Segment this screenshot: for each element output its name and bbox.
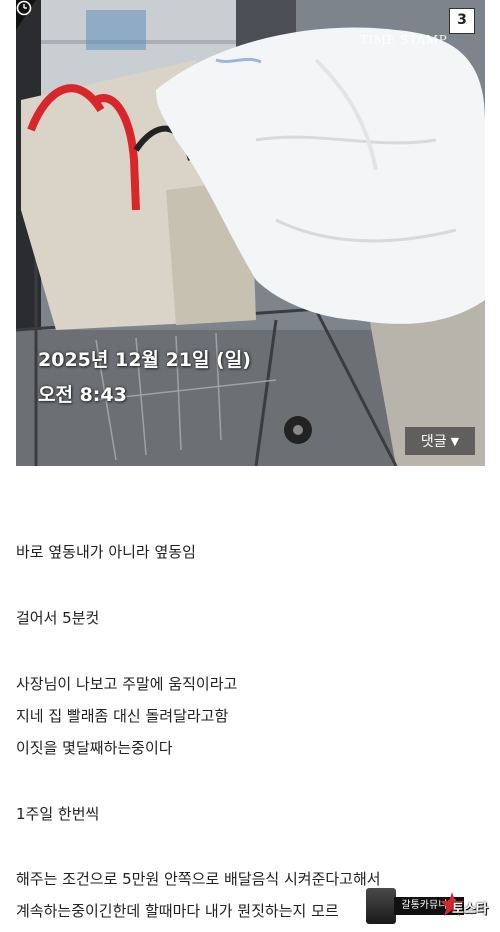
post-line: 지네 집 빨래좀 대신 돌려달라고함 <box>16 707 229 725</box>
triangle-down-icon: ▼ <box>450 434 460 448</box>
photo-date-stamp: 2025년 12월 21일 (일) <box>38 349 251 371</box>
post-line: 사장님이 나보고 주말에 움직이라고 <box>16 675 238 693</box>
clock-icon <box>16 0 32 16</box>
post-line: 바로 옆동내가 아니라 옆동임 <box>16 543 196 561</box>
watermark-brand: 토스타 <box>452 902 488 917</box>
timestamp-app-logo: TIME STAMP <box>360 33 448 47</box>
comment-button[interactable]: 댓글 ▼ <box>405 427 475 455</box>
post-line: 이짓을 몇달째하는중이다 <box>16 739 173 757</box>
post-line: 걸어서 5분컷 <box>16 609 100 627</box>
photo-time-stamp: 오전 8:43 <box>38 384 127 406</box>
page-number-badge: 3 <box>449 8 475 34</box>
post-line: 계속하는중이긴한데 할때마다 내가 뭔짓하는지 모르 <box>16 902 339 920</box>
post-photo: 3 TIME STAMP 2025년 12월 21일 (일) 오전 8:43 댓… <box>16 0 485 466</box>
soldier-figure-icon <box>366 888 396 924</box>
post-line: 해주는 조건으로 5만원 안쪽으로 배달음식 시켜준다고해서 <box>16 870 381 888</box>
comment-button-label: 댓글 <box>420 434 447 450</box>
community-watermark: 갈통카뮤니티 토스타 <box>366 888 488 924</box>
post-line: 1주일 한번씩 <box>16 805 100 823</box>
